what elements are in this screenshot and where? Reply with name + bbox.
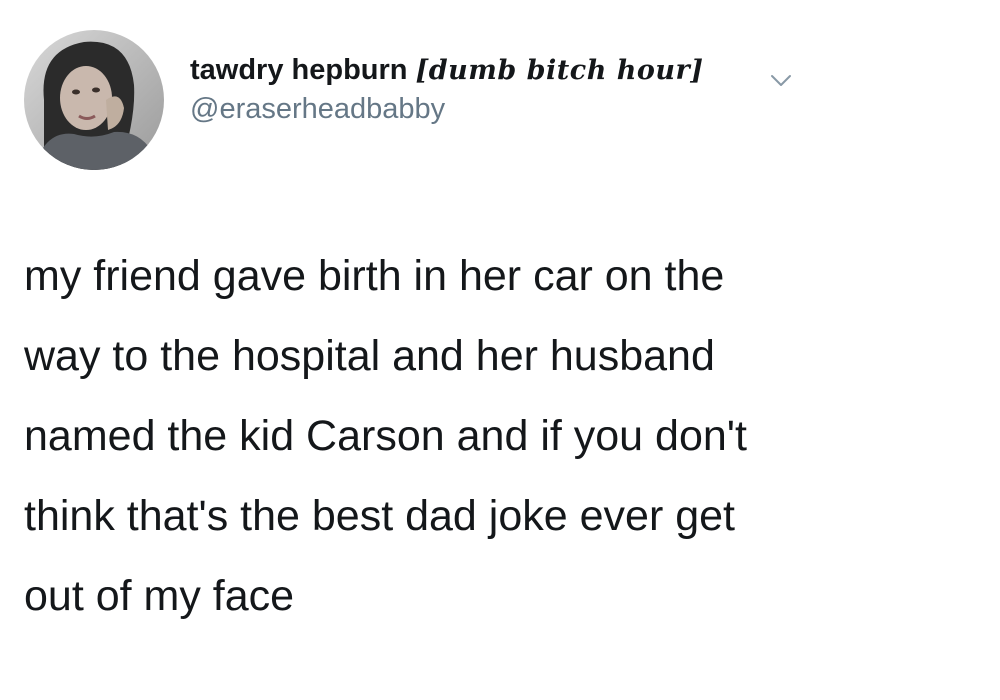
- tweet-text-line: named the kid Carson and if you don't: [24, 412, 747, 460]
- display-name[interactable]: tawdry hepburn: [190, 50, 408, 90]
- tweet-text-line: my friend gave birth in her car on the: [24, 252, 725, 300]
- chevron-down-icon[interactable]: [770, 74, 792, 88]
- avatar[interactable]: [24, 30, 164, 170]
- tweet-text-line: think that's the best dad joke ever get: [24, 492, 735, 540]
- name-decoration: [dumb bitch hour]: [415, 55, 704, 86]
- tweet-text-line: out of my face: [24, 572, 295, 620]
- tweet-text-line: way to the hospital and her husband: [24, 332, 715, 380]
- name-row: tawdry hepburn [dumb bitch hour]: [190, 50, 976, 91]
- tweet-card: tawdry hepburn [dumb bitch hour] @eraser…: [0, 0, 1000, 700]
- tweet-text: my friend gave birth in her car on the w…: [24, 236, 964, 636]
- user-handle[interactable]: @eraserheadbabby: [190, 89, 976, 129]
- avatar-photo: [24, 30, 164, 170]
- tweet-header: tawdry hepburn [dumb bitch hour] @eraser…: [190, 50, 976, 129]
